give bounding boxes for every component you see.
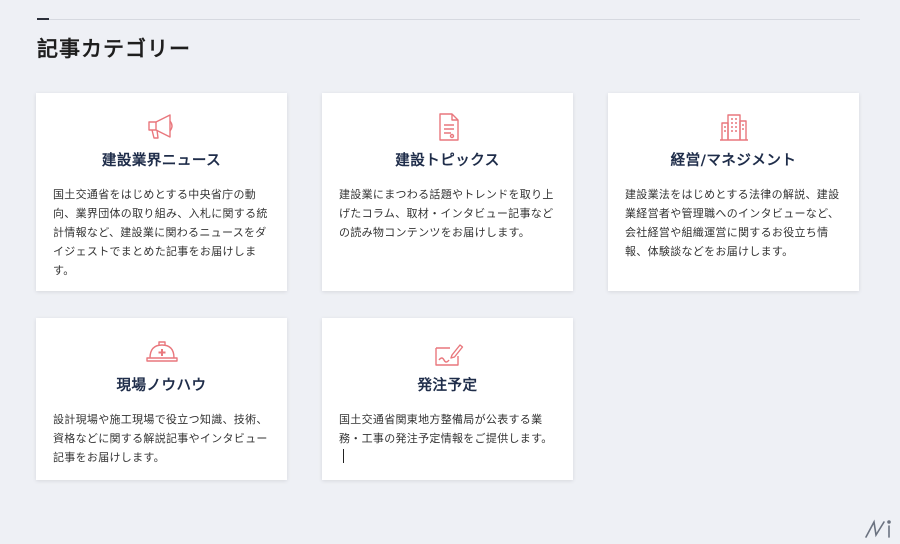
site-logo-watermark [862, 518, 896, 540]
category-card-order-schedule[interactable]: 発注予定 国土交通省関東地方整備局が公表する業務・工事の発注予定情報をご提供しま… [322, 318, 573, 480]
section-divider-accent [37, 18, 49, 20]
hard-hat-icon [145, 336, 179, 368]
megaphone-icon [145, 111, 179, 143]
section-divider [37, 19, 860, 20]
card-description: 設計現場や施工現場で役立つ知識、技術、資格などに関する解説記事やインタビュー記事… [53, 413, 268, 464]
card-title: 現場ノウハウ [116, 378, 207, 394]
category-card-management[interactable]: 経営/マネジメント 建設業法をはじめとする法律の解説、建設業経営者や管理職へのイ… [608, 93, 859, 291]
card-description: 国土交通省関東地方整備局が公表する業務・工事の発注予定情報をご提供します。 [339, 410, 556, 467]
category-card-site-knowhow[interactable]: 現場ノウハウ 設計現場や施工現場で役立つ知識、技術、資格などに関する解説記事やイ… [36, 318, 287, 480]
document-icon [431, 111, 465, 143]
text-cursor [343, 449, 344, 463]
category-card-industry-news[interactable]: 建設業界ニュース 国土交通省をはじめとする中央省庁の動向、業界団体の取り組み、入… [36, 93, 287, 291]
card-title: 経営/マネジメント [670, 153, 797, 169]
page-title: 記事カテゴリー [37, 37, 191, 61]
card-title: 建設業界ニュース [101, 153, 222, 169]
category-card-topics[interactable]: 建設トピックス 建設業にまつわる話題やトレンドを取り上げたコラム、取材・インタビ… [322, 93, 573, 291]
card-description-text: 国土交通省関東地方整備局が公表する業務・工事の発注予定情報をご提供します。 [339, 413, 553, 445]
card-description: 国土交通省をはじめとする中央省庁の動向、業界団体の取り組み、入札に関する統計情報… [53, 188, 268, 277]
card-description: 建設業にまつわる話題やトレンドを取り上げたコラム、取材・インタビュー記事などの読… [339, 188, 554, 239]
building-icon [717, 111, 751, 143]
card-title: 建設トピックス [395, 153, 500, 169]
pen-order-icon [431, 336, 465, 368]
card-title: 発注予定 [417, 378, 478, 394]
card-description: 建設業法をはじめとする法律の解説、建設業経営者や管理職へのインタビューなど、会社… [625, 188, 840, 258]
